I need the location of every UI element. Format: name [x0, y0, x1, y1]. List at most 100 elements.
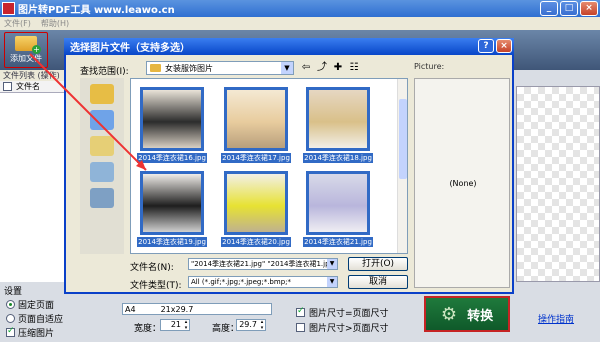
look-in-select[interactable]: 女装服饰图片 ▼	[146, 61, 294, 75]
help-button[interactable]: ?	[478, 39, 494, 53]
dialog-close-button[interactable]: ×	[496, 39, 512, 53]
file-thumbnail[interactable]: 2014季连衣裙20.jpg	[221, 171, 291, 247]
file-name-dropdown-icon[interactable]: ▼	[327, 259, 337, 269]
file-thumbnail[interactable]: 2014季连衣裙18.jpg	[303, 87, 373, 163]
documents-icon[interactable]	[90, 136, 114, 156]
fit-equal-checkbox[interactable]	[296, 306, 305, 317]
fixed-page-option[interactable]: 固定页面	[6, 298, 54, 311]
radio-auto-page[interactable]	[6, 314, 15, 323]
network-icon[interactable]	[90, 188, 114, 208]
thumbnail-caption: 2014季连衣裙18.jpg	[303, 153, 373, 163]
thumbnail-image	[224, 171, 288, 235]
file-type-dropdown-icon[interactable]: ▼	[327, 277, 337, 287]
height-label: 高度：	[212, 324, 240, 334]
file-list-tab[interactable]: 文件列表 (操作)	[0, 70, 65, 81]
compress-label: 压缩图片	[18, 329, 55, 339]
compress-checkbox[interactable]	[6, 326, 15, 337]
maximize-button[interactable]: □	[560, 1, 578, 16]
thumbnail-image	[306, 87, 370, 151]
paper-name: A4	[125, 304, 136, 314]
dialog-titlebar: 选择图片文件（支持多选） ? ×	[64, 38, 514, 55]
gear-icon: ⚙	[440, 303, 458, 325]
file-list-pane: 文件列表 (操作) 文件名	[0, 70, 66, 282]
thumbnail-caption: 2014季连衣裙20.jpg	[221, 237, 291, 247]
desktop-icon[interactable]	[90, 110, 114, 130]
page-preview	[516, 86, 600, 282]
dialog-title: 选择图片文件（支持多选）	[70, 43, 190, 54]
recent-icon[interactable]	[90, 84, 114, 104]
main-titlebar: 图片转PDF工具 www.leawo.cn _ □ ×	[0, 0, 600, 17]
fit-equal-label: 图片尺寸=页面尺寸	[309, 309, 389, 319]
fit-larger-label: 图片尺寸>页面尺寸	[309, 324, 389, 334]
close-button[interactable]: ×	[580, 1, 598, 16]
dialog-toolbar: ⇦ ⤴ ✚ ☷	[300, 62, 360, 74]
computer-icon[interactable]	[90, 162, 114, 182]
paper-size-select[interactable]: A4 21x29.7	[122, 303, 272, 315]
auto-page-option[interactable]: 页面自适应	[6, 312, 63, 325]
picture-preview: Picture: (None)	[414, 62, 510, 288]
menu-help[interactable]: 帮助(H)	[41, 17, 69, 30]
look-in-value: 女装服饰图片	[165, 63, 213, 73]
preview-none-text: (None)	[449, 179, 477, 188]
picture-label: Picture:	[414, 62, 445, 71]
fit-equal-option[interactable]: 图片尺寸=页面尺寸	[296, 306, 389, 319]
thumbnail-image	[306, 171, 370, 235]
preview-header	[516, 70, 600, 86]
menubar: 文件(F) 帮助(H)	[0, 17, 600, 30]
convert-label: 转换	[467, 308, 494, 324]
thumbnail-caption: 2014季连衣裙17.jpg	[221, 153, 291, 163]
places-bar	[80, 78, 124, 254]
radio-fixed-page[interactable]	[6, 300, 15, 309]
paper-dimensions: 21x29.7	[160, 304, 194, 314]
file-name-label: 文件名(N):	[130, 263, 174, 273]
auto-page-label: 页面自适应	[18, 315, 64, 325]
open-button[interactable]: 打开(O)	[348, 257, 408, 271]
file-thumbnail[interactable]: 2014季连衣裙17.jpg	[221, 87, 291, 163]
thumbnail-caption: 2014季连衣裙16.jpg	[137, 153, 207, 163]
view-menu-icon[interactable]: ☷	[348, 62, 360, 74]
app-title: 图片转PDF工具 www.leawo.cn	[18, 5, 175, 16]
thumbnail-image	[224, 87, 288, 151]
up-folder-icon[interactable]: ⤴	[316, 62, 328, 74]
look-in-label: 查找范围(I):	[80, 67, 129, 77]
convert-button[interactable]: ⚙ 转换	[424, 296, 510, 332]
file-list-header: 文件名	[0, 81, 65, 93]
chevron-down-icon[interactable]: ▼	[281, 62, 293, 74]
fit-larger-option[interactable]: 图片尺寸>页面尺寸	[296, 321, 389, 334]
menu-file[interactable]: 文件(F)	[4, 17, 31, 30]
height-input[interactable]: 29.7	[236, 319, 266, 331]
compress-option[interactable]: 压缩图片	[6, 326, 54, 339]
width-input[interactable]: 21	[160, 319, 190, 331]
app-icon	[2, 2, 15, 15]
add-file-label: 添加文件	[10, 54, 42, 63]
fixed-page-label: 固定页面	[18, 301, 55, 311]
vertical-scrollbar[interactable]	[397, 79, 407, 253]
file-thumbnail[interactable]: 2014季连衣裙21.jpg	[303, 171, 373, 247]
width-label: 宽度：	[134, 324, 162, 334]
file-name-input[interactable]: "2014季连衣裙21.jpg" "2014季连衣裙1.jpg" "201 ▼	[188, 258, 338, 270]
file-type-select[interactable]: All (*.gif;*.jpg;*.jpeg;*.bmp;* ▼	[188, 276, 338, 288]
back-icon[interactable]: ⇦	[300, 62, 312, 74]
file-thumbnail[interactable]: 2014季连衣裙16.jpg	[137, 87, 207, 163]
guide-link[interactable]: 操作指南	[538, 312, 574, 325]
minimize-button[interactable]: _	[540, 1, 558, 16]
file-type-value: All (*.gif;*.jpg;*.jpeg;*.bmp;*	[191, 278, 291, 286]
column-file-name[interactable]: 文件名	[16, 81, 40, 92]
file-name-value: "2014季连衣裙21.jpg" "2014季连衣裙1.jpg" "201	[191, 260, 338, 268]
open-file-dialog: 选择图片文件（支持多选） ? × 查找范围(I): 女装服饰图片 ▼ ⇦ ⤴ ✚…	[64, 38, 514, 294]
add-file-button[interactable]: + 添加文件	[4, 32, 48, 68]
settings-label: 设置	[4, 287, 23, 297]
select-all-checkbox[interactable]	[3, 82, 12, 91]
preview-box: (None)	[414, 78, 510, 288]
thumbnail-image	[140, 87, 204, 151]
cancel-button[interactable]: 取消	[348, 275, 408, 289]
folder-add-icon: +	[15, 36, 41, 54]
thumbnail-image	[140, 171, 204, 235]
file-browser: 2014季连衣裙16.jpg 2014季连衣裙17.jpg 2014季连衣裙18.j…	[130, 78, 408, 254]
thumbnail-caption: 2014季连衣裙19.jpg	[137, 237, 207, 247]
fit-larger-checkbox[interactable]	[296, 323, 305, 332]
file-thumbnail[interactable]: 2014季连衣裙19.jpg	[137, 171, 207, 247]
folder-icon	[150, 64, 161, 72]
new-folder-icon[interactable]: ✚	[332, 62, 344, 74]
thumbnail-caption: 2014季连衣裙21.jpg	[303, 237, 373, 247]
